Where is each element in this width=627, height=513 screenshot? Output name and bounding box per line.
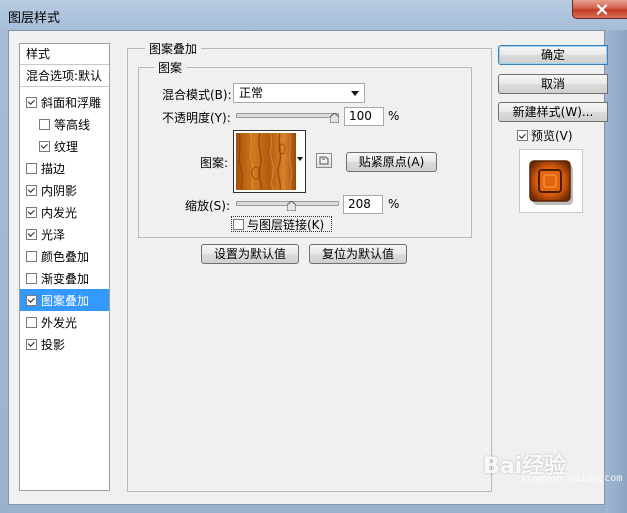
baidu-watermark-url: jingyan.baidu.com	[520, 473, 623, 484]
style-item-label: 纹理	[54, 139, 79, 154]
opacity-percent: %	[388, 109, 400, 123]
style-item-checkbox[interactable]	[26, 96, 37, 108]
style-item-label: 内发光	[41, 205, 78, 220]
new-preset-button[interactable]	[316, 153, 332, 168]
cancel-button[interactable]: 取消	[498, 74, 608, 94]
scale-input[interactable]: 208	[343, 195, 383, 214]
style-item[interactable]: 纹理	[20, 135, 109, 157]
style-item-checkbox[interactable]	[26, 250, 37, 262]
style-item[interactable]: 光泽	[20, 223, 109, 245]
new-style-button[interactable]: 新建样式(W)...	[498, 102, 608, 122]
new-preset-icon	[319, 156, 329, 165]
pattern-dropdown-arrow-icon[interactable]	[297, 157, 303, 161]
snap-to-origin-button[interactable]: 贴紧原点(A)	[346, 152, 437, 172]
style-item-label: 渐变叠加	[41, 271, 90, 286]
style-preview-image	[529, 160, 573, 205]
link-with-layer-checkbox[interactable]: 与图层链接(K)	[231, 216, 332, 232]
style-item-label: 颜色叠加	[41, 249, 90, 264]
style-preview	[519, 149, 583, 213]
blending-options-item[interactable]: 混合选项:默认	[20, 66, 109, 87]
style-item[interactable]: 投影	[20, 333, 109, 355]
wood-pattern-image	[236, 133, 296, 190]
link-with-layer-label: 与图层链接(K)	[247, 217, 325, 232]
layer-style-window: 图层样式 样式 混合选项:默认 斜面和浮雕等高线纹理描边内阴影内发光光泽颜色叠加…	[0, 0, 627, 513]
scale-slider-thumb[interactable]	[287, 201, 296, 211]
pattern-subgroup-title: 图案	[154, 59, 187, 76]
link-with-layer-box[interactable]	[233, 218, 244, 230]
opacity-slider-track[interactable]	[236, 113, 339, 118]
style-item-checkbox[interactable]	[26, 294, 37, 306]
window-title: 图层样式	[8, 11, 61, 26]
opacity-label: 不透明度(Y):	[162, 111, 231, 125]
opacity-input[interactable]: 100	[344, 107, 384, 126]
style-item-label: 内阴影	[41, 183, 78, 198]
style-item[interactable]: 渐变叠加	[20, 267, 109, 289]
style-item[interactable]: 颜色叠加	[20, 245, 109, 267]
title-bar[interactable]: 图层样式	[0, 0, 627, 30]
reset-default-button[interactable]: 复位为默认值	[309, 244, 407, 264]
pattern-swatch[interactable]	[236, 133, 296, 190]
dropdown-arrow-icon	[351, 91, 359, 96]
close-button[interactable]	[572, 0, 627, 19]
scale-label: 缩放(S):	[185, 199, 231, 213]
style-item-checkbox[interactable]	[26, 206, 37, 218]
preview-checkbox[interactable]: 预览(V)	[517, 127, 573, 144]
ok-button[interactable]: 确定	[498, 45, 608, 65]
style-item[interactable]: 等高线	[20, 113, 109, 135]
style-item-checkbox[interactable]	[26, 184, 37, 196]
style-item[interactable]: 斜面和浮雕	[20, 91, 109, 113]
style-item-label: 光泽	[41, 227, 66, 242]
pattern-overlay-title: 图案叠加	[145, 40, 202, 57]
style-item-label: 等高线	[54, 117, 91, 132]
style-item-label: 图案叠加	[41, 293, 90, 308]
style-item-checkbox[interactable]	[26, 272, 37, 284]
style-item-checkbox[interactable]	[39, 140, 50, 152]
style-item-checkbox[interactable]	[26, 162, 37, 174]
style-item-checkbox[interactable]	[26, 316, 37, 328]
pattern-label: 图案:	[200, 156, 229, 170]
style-item-label: 描边	[41, 161, 66, 176]
style-item[interactable]: 内阴影	[20, 179, 109, 201]
pattern-picker[interactable]	[233, 130, 306, 193]
window-frame-edge	[605, 30, 627, 513]
style-list: 样式 混合选项:默认 斜面和浮雕等高线纹理描边内阴影内发光光泽颜色叠加渐变叠加图…	[19, 43, 110, 491]
opacity-slider-thumb[interactable]	[330, 113, 339, 123]
style-item[interactable]: 内发光	[20, 201, 109, 223]
scale-percent: %	[388, 197, 400, 211]
style-item[interactable]: 描边	[20, 157, 109, 179]
blend-mode-label: 混合模式(B):	[162, 88, 232, 102]
set-default-button[interactable]: 设置为默认值	[201, 244, 299, 264]
style-item-label: 投影	[41, 337, 66, 352]
style-item-checkbox[interactable]	[26, 338, 37, 350]
styles-header[interactable]: 样式	[20, 44, 109, 65]
close-icon	[596, 3, 608, 15]
preview-label: 预览(V)	[531, 129, 573, 143]
style-item-checkbox[interactable]	[26, 228, 37, 240]
blend-mode-value: 正常	[239, 86, 264, 100]
preview-box[interactable]	[517, 130, 528, 141]
style-item[interactable]: 图案叠加	[20, 289, 109, 311]
style-item[interactable]: 外发光	[20, 311, 109, 333]
style-item-checkbox[interactable]	[39, 118, 50, 130]
style-item-label: 外发光	[41, 315, 78, 330]
style-item-label: 斜面和浮雕	[41, 95, 102, 110]
blend-mode-select[interactable]: 正常	[233, 83, 365, 103]
